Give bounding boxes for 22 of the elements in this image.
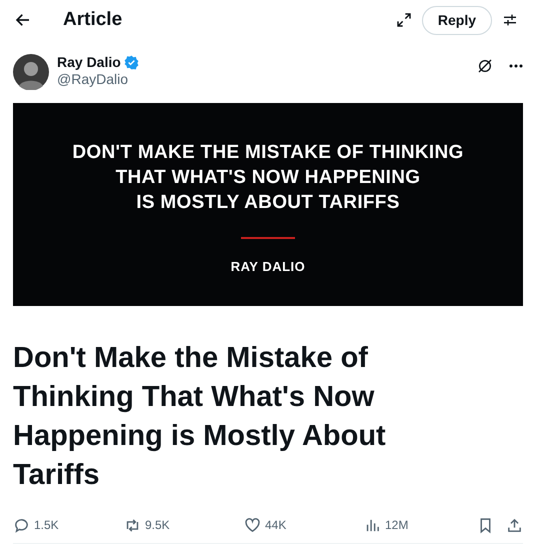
cover-headline: THAT WHAT'S NOW HAPPENING [116, 166, 420, 190]
author-handle[interactable]: @RayDalio [57, 71, 139, 88]
more-icon[interactable] [509, 64, 523, 68]
author-name[interactable]: Ray Dalio [57, 54, 121, 71]
reply-button[interactable]: Reply [422, 6, 492, 34]
cover-headline: IS MOSTLY ABOUT TARIFFS [136, 191, 400, 215]
comment-icon[interactable] [13, 516, 30, 534]
article-title: Don't Make the Mistake of Thinking That What's Now Happening is Mostly About Tariffs [12, 341, 387, 493]
grok-icon[interactable] [477, 58, 493, 74]
cover-headline: DON'T MAKE THE MISTAKE OF THINKING [72, 141, 464, 165]
action-count: 1.5K [34, 517, 59, 534]
action-count: 12M [385, 517, 408, 534]
heart-icon[interactable] [244, 516, 261, 534]
settings-icon[interactable] [502, 12, 518, 28]
share-icon[interactable] [506, 516, 523, 534]
action-count: 44K [265, 517, 286, 534]
repost-icon[interactable] [124, 516, 141, 534]
cover-byline: RAY DALIO [230, 258, 306, 276]
page-title: Article [63, 8, 122, 32]
expand-icon[interactable] [396, 12, 412, 28]
avatar[interactable] [13, 54, 49, 90]
action-count: 9.5K [145, 517, 170, 534]
